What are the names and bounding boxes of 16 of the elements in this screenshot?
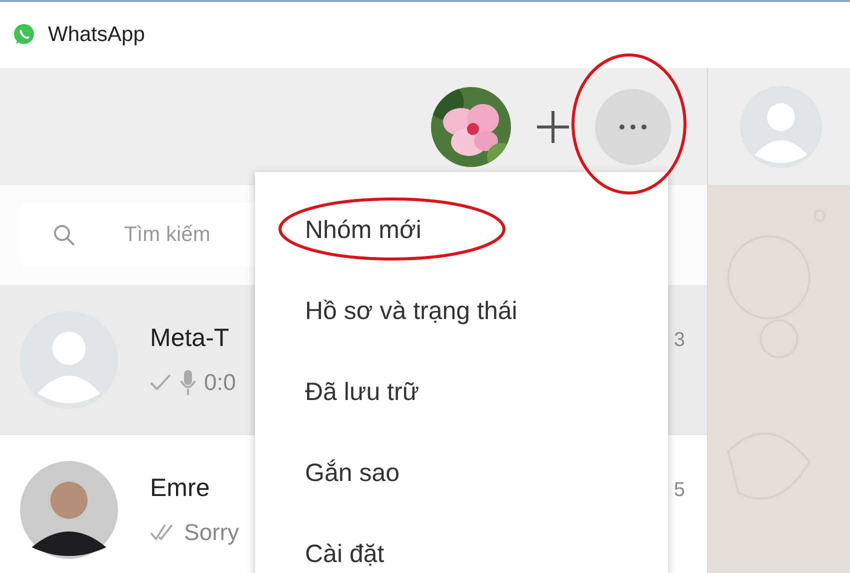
menu-item[interactable]: Cài đặt: [255, 526, 668, 573]
add-icon[interactable]: [535, 108, 571, 144]
chat-preview: Sorry: [184, 518, 239, 547]
chat-time: 3: [674, 328, 685, 353]
chat-name: Emre: [150, 472, 210, 504]
window-title: WhatsApp: [48, 22, 145, 48]
menu-item[interactable]: Hồ sơ và trạng thái: [255, 283, 668, 364]
app-logo-icon: [12, 23, 36, 47]
search-icon: [52, 223, 76, 247]
chat-name: Meta-T: [150, 322, 230, 354]
menu-item[interactable]: Đã lưu trữ: [255, 364, 668, 445]
menu-item[interactable]: Gắn sao: [255, 445, 668, 526]
more-icon: [619, 124, 647, 130]
avatar-icon: [740, 86, 822, 168]
chat-preview: 0:0: [204, 368, 236, 397]
chat-time: 5: [674, 478, 685, 503]
